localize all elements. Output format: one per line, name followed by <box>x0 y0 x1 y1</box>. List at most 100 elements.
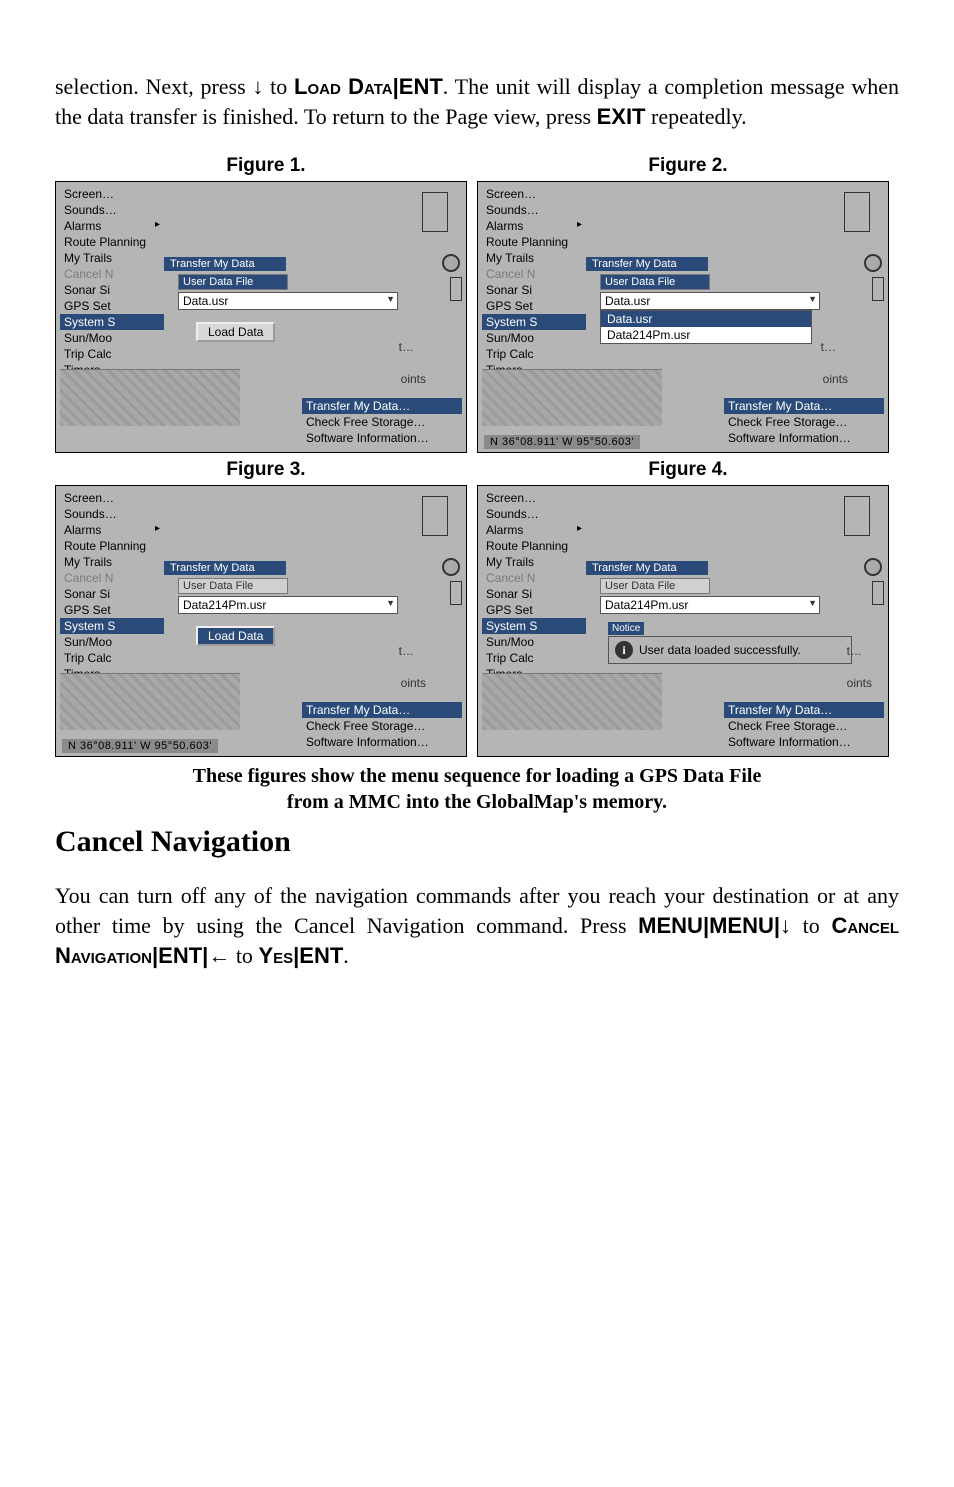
cancel-nav-paragraph: You can turn off any of the navigation c… <box>55 881 899 970</box>
menu-system[interactable]: System S <box>60 314 164 330</box>
battery-icon <box>450 581 462 605</box>
intro-text-a: selection. Next, press ↓ to <box>55 74 294 99</box>
yes-kw: Yes <box>258 943 293 968</box>
menu-system[interactable]: System S <box>482 314 586 330</box>
intro-paragraph: selection. Next, press ↓ to Load Data|EN… <box>55 72 899 131</box>
menu-sounds[interactable]: Sounds… <box>60 202 164 218</box>
menu-trails[interactable]: My Trails <box>60 250 164 266</box>
file-combo[interactable]: Data.usr <box>178 292 398 310</box>
file-combo[interactable]: Data.usr <box>600 292 820 310</box>
compass-icon <box>844 496 870 536</box>
submenu-cfs[interactable]: Check Free Storage… <box>302 718 462 734</box>
notice-message: User data loaded successfully. <box>639 643 801 657</box>
menu-trip[interactable]: Trip Calc <box>60 346 164 362</box>
file-combo[interactable]: Data214Pm.usr <box>178 596 398 614</box>
submenu-si[interactable]: Software Information… <box>724 430 884 446</box>
t-dots: t… <box>399 644 414 658</box>
menu-trails[interactable]: My Trails <box>482 250 586 266</box>
intro-text-c: repeatedly. <box>646 104 747 129</box>
submenu-cfs[interactable]: Check Free Storage… <box>302 414 462 430</box>
menu-cancel: Cancel N <box>482 570 586 586</box>
menu-sounds[interactable]: Sounds… <box>482 202 586 218</box>
figure-caption: These figures show the menu sequence for… <box>55 763 899 815</box>
gauge-icon <box>442 558 460 576</box>
menu-sounds[interactable]: Sounds… <box>60 506 164 522</box>
gauge-icon <box>864 254 882 272</box>
menu-sounds[interactable]: Sounds… <box>482 506 586 522</box>
arrow-left: ← to <box>208 943 258 968</box>
menu-route[interactable]: Route Planning <box>482 234 586 250</box>
t-dots: t… <box>847 644 862 658</box>
menu-trails[interactable]: My Trails <box>482 554 586 570</box>
submenu-si[interactable]: Software Information… <box>302 430 462 446</box>
menu-trip[interactable]: Trip Calc <box>60 650 164 666</box>
submenu-tmd[interactable]: Transfer My Data… <box>302 398 462 414</box>
menu-gps[interactable]: GPS Set <box>482 602 586 618</box>
menu-screen[interactable]: Screen… <box>482 186 586 202</box>
ent-kw-3: ENT <box>299 943 343 968</box>
menu-alarms[interactable]: Alarms <box>60 218 164 234</box>
transfer-my-data-bar: Transfer My Data <box>164 257 286 271</box>
submenu-tmd[interactable]: Transfer My Data… <box>724 702 884 718</box>
menu-gps[interactable]: GPS Set <box>60 298 164 314</box>
menu-trip[interactable]: Trip Calc <box>482 346 586 362</box>
file-combo[interactable]: Data214Pm.usr <box>600 596 820 614</box>
oints: oints <box>847 676 872 690</box>
oints: oints <box>401 676 426 690</box>
dropdown-option-1[interactable]: Data.usr <box>601 311 811 327</box>
menu-kw-1: MENU <box>638 913 703 938</box>
menu-alarms[interactable]: Alarms <box>482 522 586 538</box>
menu-system[interactable]: System S <box>60 618 164 634</box>
submenu-cfs[interactable]: Check Free Storage… <box>724 718 884 734</box>
menu-sonar[interactable]: Sonar Si <box>60 586 164 602</box>
system-submenu: Transfer My Data… Check Free Storage… So… <box>724 398 884 446</box>
menu-sonar[interactable]: Sonar Si <box>482 282 586 298</box>
menu-route[interactable]: Route Planning <box>482 538 586 554</box>
menu-sonar[interactable]: Sonar Si <box>60 282 164 298</box>
user-data-file-label: User Data File <box>600 578 710 594</box>
file-dropdown[interactable]: Data.usr Data214Pm.usr <box>600 310 812 344</box>
menu-gps[interactable]: GPS Set <box>482 298 586 314</box>
gauge-icon <box>442 254 460 272</box>
submenu-tmd[interactable]: Transfer My Data… <box>724 398 884 414</box>
transfer-my-data-bar: Transfer My Data <box>586 257 708 271</box>
menu-screen[interactable]: Screen… <box>60 490 164 506</box>
load-data-button[interactable]: Load Data <box>196 626 275 646</box>
menu-screen[interactable]: Screen… <box>482 490 586 506</box>
menu-sun[interactable]: Sun/Moo <box>482 634 586 650</box>
gauge-icon <box>864 558 882 576</box>
dropdown-option-2[interactable]: Data214Pm.usr <box>601 327 811 343</box>
figure-2: Screen… Sounds… Alarms Route Planning My… <box>477 181 889 453</box>
exit-kw: EXIT <box>597 104 646 129</box>
submenu-tmd[interactable]: Transfer My Data… <box>302 702 462 718</box>
figure-3-title: Figure 3. <box>55 459 477 481</box>
menu-sun[interactable]: Sun/Moo <box>482 330 586 346</box>
menu-gps[interactable]: GPS Set <box>60 602 164 618</box>
menu-sonar[interactable]: Sonar Si <box>482 586 586 602</box>
menu-trails[interactable]: My Trails <box>60 554 164 570</box>
menu-system[interactable]: System S <box>482 618 586 634</box>
figure-2-title: Figure 2. <box>477 155 899 177</box>
main-menu: Screen… Sounds… Alarms Route Planning My… <box>60 490 164 698</box>
map-decoration <box>60 369 240 426</box>
menu-route[interactable]: Route Planning <box>60 234 164 250</box>
menu-sun[interactable]: Sun/Moo <box>60 330 164 346</box>
menu-alarms[interactable]: Alarms <box>60 522 164 538</box>
menu-alarms[interactable]: Alarms <box>482 218 586 234</box>
user-data-file-label: User Data File <box>178 578 288 594</box>
load-data-button[interactable]: Load Data <box>196 322 275 342</box>
menu-sun[interactable]: Sun/Moo <box>60 634 164 650</box>
main-menu: Screen… Sounds… Alarms Route Planning My… <box>482 490 586 698</box>
menu-screen[interactable]: Screen… <box>60 186 164 202</box>
submenu-si[interactable]: Software Information… <box>302 734 462 750</box>
load-data-kw: Load Data <box>294 74 393 99</box>
ent-kw-2: ENT <box>158 943 202 968</box>
map-decoration <box>60 673 240 730</box>
battery-icon <box>450 277 462 301</box>
user-data-file-label: User Data File <box>600 274 710 290</box>
menu-trip[interactable]: Trip Calc <box>482 650 586 666</box>
submenu-si[interactable]: Software Information… <box>724 734 884 750</box>
figure-4: Screen… Sounds… Alarms Route Planning My… <box>477 485 889 757</box>
menu-route[interactable]: Route Planning <box>60 538 164 554</box>
submenu-cfs[interactable]: Check Free Storage… <box>724 414 884 430</box>
